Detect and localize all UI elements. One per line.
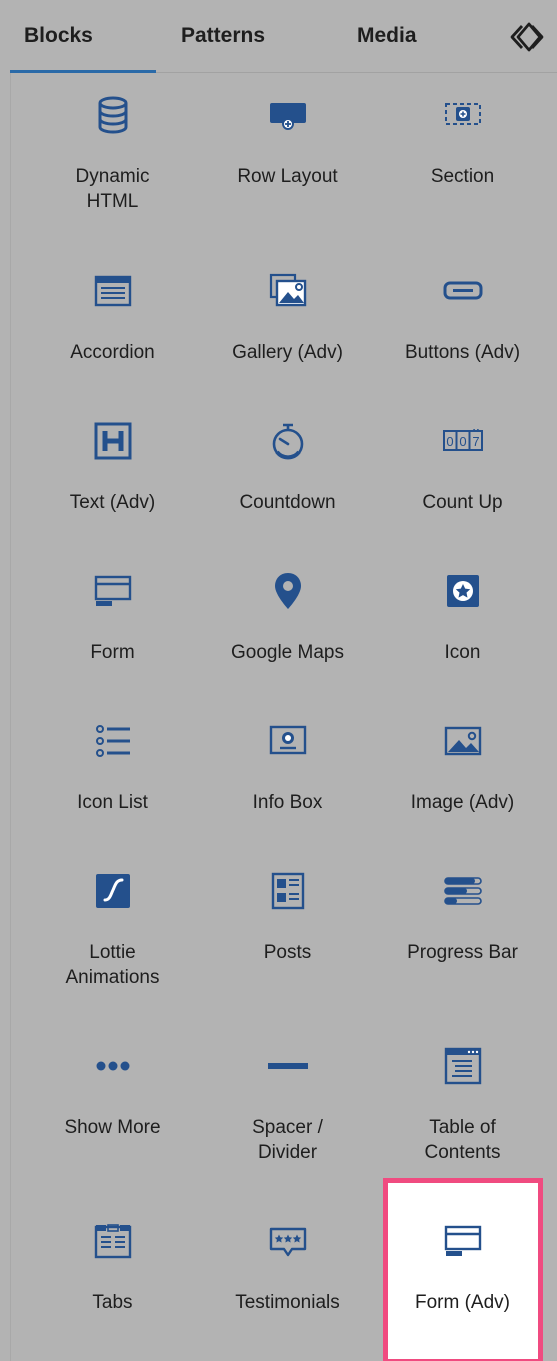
counter-icon: 007 <box>375 414 550 468</box>
block-item-image-adv[interactable]: Image (Adv) <box>375 714 550 844</box>
block-item-form[interactable]: Form <box>25 564 200 694</box>
tab-blocks[interactable]: Blocks <box>24 0 93 72</box>
block-label: Countdown <box>239 492 336 513</box>
block-item-posts[interactable]: Posts <box>200 864 375 994</box>
block-item-info-box[interactable]: Info Box <box>200 714 375 844</box>
testimonial-icon <box>200 1214 375 1268</box>
inserter-tabs: Blocks Patterns Media <box>10 0 557 73</box>
ellipsis-icon <box>25 1039 200 1093</box>
list-icon <box>25 714 200 768</box>
svg-text:0: 0 <box>446 434 453 449</box>
block-label: Tabs <box>92 1292 133 1313</box>
block-item-section[interactable]: Section <box>375 88 550 218</box>
block-label: Google Maps <box>230 642 344 663</box>
database-icon <box>25 88 200 142</box>
block-item-table-of-contents[interactable]: Table of Contents <box>375 1039 550 1169</box>
block-item-form-adv[interactable]: Form (Adv) <box>375 1214 550 1344</box>
table-of-contents-icon <box>375 1039 550 1093</box>
tab-media[interactable]: Media <box>357 0 417 72</box>
button-icon <box>375 264 550 318</box>
block-item-testimonials[interactable]: Testimonials <box>200 1214 375 1344</box>
lottie-icon <box>25 864 200 918</box>
block-grid: Dynamic HTML Row Layout Section Accordion Gal… <box>10 73 557 1361</box>
accordion-icon <box>25 264 200 318</box>
svg-text:7: 7 <box>472 434 479 449</box>
block-label: Image (Adv) <box>410 792 515 813</box>
block-label: Show More <box>64 1117 161 1138</box>
block-label: Icon <box>444 642 481 663</box>
progress-bars-icon <box>375 864 550 918</box>
block-label: Progress Bar <box>407 942 518 963</box>
block-label: Text (Adv) <box>69 492 156 513</box>
block-item-lottie-animations[interactable]: Lottie Animations <box>25 864 200 994</box>
block-label: Lottie Animations <box>65 942 160 988</box>
block-label: Dynamic HTML <box>75 166 150 212</box>
tabs-icon <box>25 1214 200 1268</box>
form-adv-icon <box>375 1214 550 1268</box>
block-item-progress-bar[interactable]: Progress Bar <box>375 864 550 994</box>
block-label: Section <box>430 166 495 187</box>
block-item-accordion[interactable]: Accordion <box>25 264 200 394</box>
block-label: Icon List <box>77 792 148 813</box>
block-label: Spacer / Divider <box>252 1117 323 1163</box>
block-label: Row Layout <box>237 166 338 187</box>
block-item-tabs[interactable]: Tabs <box>25 1214 200 1344</box>
block-item-buttons-adv[interactable]: Buttons (Adv) <box>375 264 550 394</box>
block-item-text-adv[interactable]: Text (Adv) <box>25 414 200 544</box>
block-item-gallery-adv[interactable]: Gallery (Adv) <box>200 264 375 394</box>
tab-patterns[interactable]: Patterns <box>181 0 265 72</box>
form-icon <box>25 564 200 618</box>
heading-icon <box>25 414 200 468</box>
block-item-count-up[interactable]: 0 0 7 Count Up <box>375 414 550 544</box>
block-label: Gallery (Adv) <box>232 342 343 363</box>
block-label: Testimonials <box>235 1292 340 1313</box>
block-item-countdown[interactable]: Countdown <box>200 414 375 544</box>
block-item-icon-list[interactable]: Icon List <box>25 714 200 844</box>
block-item-dynamic-html[interactable]: Dynamic HTML <box>25 88 200 218</box>
block-label: Posts <box>263 942 312 963</box>
star-icon <box>375 564 550 618</box>
block-item-google-maps[interactable]: Google Maps <box>200 564 375 694</box>
row-layout-icon <box>200 88 375 142</box>
gallery-icon <box>200 264 375 318</box>
block-label: Form <box>90 642 135 663</box>
posts-icon <box>200 864 375 918</box>
block-label: Form (Adv) <box>415 1292 510 1313</box>
block-label: Buttons (Adv) <box>404 342 521 363</box>
block-item-spacer-divider[interactable]: Spacer / Divider <box>200 1039 375 1169</box>
block-item-row-layout[interactable]: Row Layout <box>200 88 375 218</box>
block-label: Count Up <box>422 492 503 513</box>
svg-text:0: 0 <box>459 434 466 449</box>
stopwatch-icon <box>200 414 375 468</box>
block-item-show-more[interactable]: Show More <box>25 1039 200 1169</box>
map-pin-icon <box>200 564 375 618</box>
collapse-icon[interactable] <box>510 20 544 54</box>
image-icon <box>375 714 550 768</box>
divider-icon <box>200 1039 375 1093</box>
info-box-icon <box>200 714 375 768</box>
block-label: Accordion <box>70 342 155 363</box>
block-label: Info Box <box>252 792 323 813</box>
section-icon <box>375 88 550 142</box>
block-label: Table of Contents <box>424 1117 501 1163</box>
block-item-icon[interactable]: Icon <box>375 564 550 694</box>
